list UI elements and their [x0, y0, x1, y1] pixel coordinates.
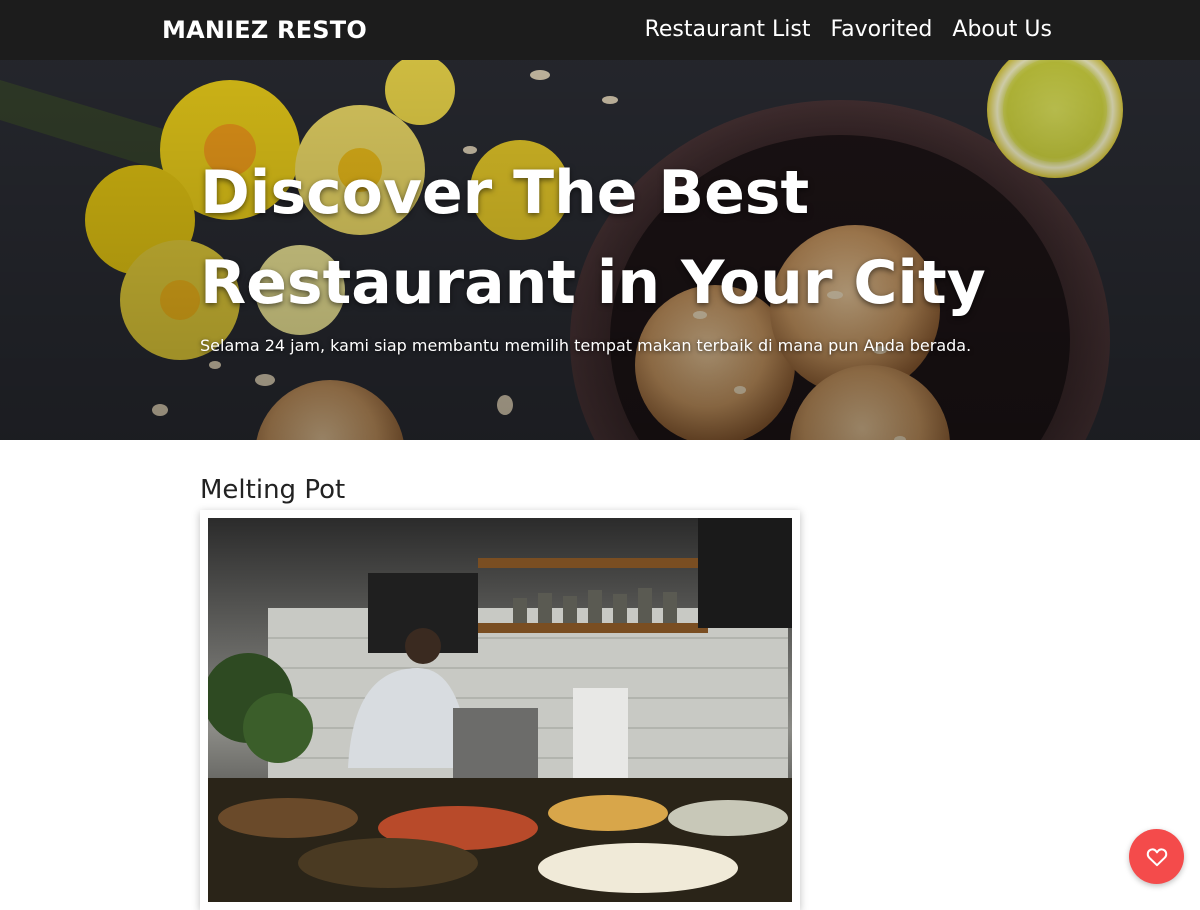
restaurant-photo — [208, 518, 792, 902]
nav-link-restaurant-list[interactable]: Restaurant List — [645, 15, 811, 45]
hero-subtitle: Selama 24 jam, kami siap membantu memili… — [200, 336, 972, 355]
nav-link-about-us[interactable]: About Us — [952, 15, 1052, 45]
nav-link-favorited[interactable]: Favorited — [831, 15, 933, 45]
hero-title: Discover The Best Restaurant in Your Cit… — [200, 148, 1000, 328]
main-nav: Restaurant List Favorited About Us — [645, 15, 1052, 45]
hero-title-line-2: Restaurant in Your City — [200, 248, 986, 318]
heart-outline-icon — [1146, 847, 1167, 866]
restaurant-card[interactable] — [200, 510, 800, 910]
restaurant-name[interactable]: Melting Pot — [200, 472, 345, 508]
top-navbar: MANIEZ RESTO Restaurant List Favorited A… — [0, 0, 1200, 60]
brand-logo[interactable]: MANIEZ RESTO — [162, 15, 367, 45]
hero-section: Discover The Best Restaurant in Your Cit… — [0, 60, 1200, 440]
favorite-button[interactable] — [1129, 829, 1184, 884]
hero-title-line-1: Discover The Best — [200, 158, 810, 228]
